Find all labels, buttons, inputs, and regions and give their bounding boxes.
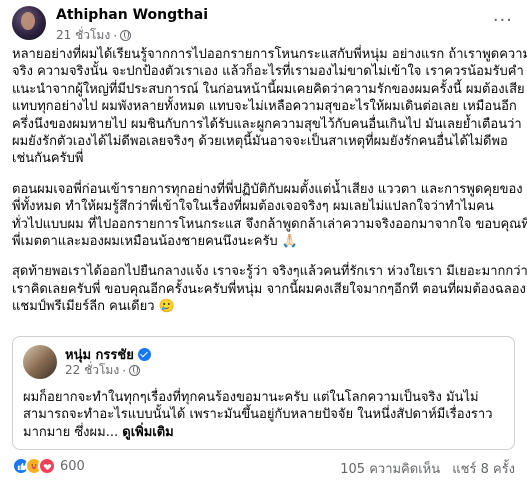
globe-icon xyxy=(120,30,132,41)
post-paragraph-2: ตอนผมเจอพี่ก่อนเข้ารายการทุกอย่างที่พี่ป… xyxy=(12,181,527,251)
shared-post-body: ผมก็อยากจะทำในทุกๆเรื่องที่ทุกคนร้องขอมา… xyxy=(23,389,508,441)
post-line: แทบทุกอย่างไป ผมพังหลายทั้งหมด แทบจะไม่เ… xyxy=(12,99,517,115)
shared-line: ผมก็อยากจะทำในทุกๆเรื่องที่ทุกคนร้องขอมา… xyxy=(23,390,479,405)
post-line: ผมยังรักตัวเองได้ไม่ดีพอเลยจริงๆ ด้วยเหต… xyxy=(12,134,508,150)
post-line: แชมป์พรีเมียร์ลีก คนเดียว 🥲 xyxy=(12,299,175,315)
love-icon xyxy=(38,457,56,475)
post-paragraph-3: สุดท้ายพอเราได้ออกไปยืนกลางแจ้ง เราจะรู้… xyxy=(12,263,527,315)
post-paragraph-1: หลายอย่างที่ผมได้เรียนรู้จากการไปออกรายก… xyxy=(12,46,527,168)
reaction-count[interactable]: 600 xyxy=(60,459,85,474)
see-more-link[interactable]: ดูเพิ่มเติม xyxy=(122,425,173,440)
post-meta: 21 ชั่วโมง · xyxy=(56,26,132,45)
author-name[interactable]: Athiphan Wongthai xyxy=(56,7,208,23)
post-line: สุดท้ายพอเราได้ออกไปยืนกลางแจ้ง เราจะรู้… xyxy=(12,264,527,280)
meta-separator: · xyxy=(113,28,118,43)
post-time[interactable]: 21 ชั่วโมง xyxy=(56,26,110,45)
post-stats: 105 ความคิดเห็น แชร์ 8 ครั้ง xyxy=(332,458,515,479)
shared-author-avatar[interactable] xyxy=(23,345,57,379)
shared-post-meta: 22 ชั่วโมง · xyxy=(65,361,141,380)
post-line: แนะนำจากผู้ใหญ่ที่มีประสบการณ์ ในก่อนหน้… xyxy=(12,81,525,97)
reactions-summary[interactable]: 600 xyxy=(12,457,85,475)
post-line: เช่นกันครับพี่ xyxy=(12,151,84,167)
post-line: ครึ่งนึงของผมหายไป ผมชินกับการได้รับและผ… xyxy=(12,116,522,132)
post-line: ตอนผมเจอพี่ก่อนเข้ารายการทุกอย่างที่พี่ป… xyxy=(12,181,523,197)
post-body: หลายอย่างที่ผมได้เรียนรู้จากการไปออกรายก… xyxy=(12,46,527,329)
shares-count[interactable]: แชร์ 8 ครั้ง xyxy=(452,462,515,477)
shared-line: สามารถจะทำอะไรแบบนั้นได้ เพราะมันขึ้นอยู… xyxy=(23,407,493,423)
post-line: ทั่วไปแบบผม ที่ไปออกรายการโหนกระแส จึงกล… xyxy=(12,216,527,232)
globe-icon xyxy=(129,365,141,376)
more-options-icon[interactable]: ··· xyxy=(493,10,513,31)
post-line: พี่เมตตาและมองผมเหมือนน้องชายคนนึงนะครับ… xyxy=(12,234,298,250)
shared-post-card[interactable]: หนุ่ม กรรชัย 22 ชั่วโมง · ผมก็อยากจะทำใน… xyxy=(12,336,515,450)
post-footer: 600 105 ความคิดเห็น แชร์ 8 ครั้ง xyxy=(12,456,515,479)
verified-badge-icon xyxy=(137,348,151,361)
author-avatar[interactable] xyxy=(12,6,46,40)
post-line: จริง ความจริงนั้น จะปกป้องตัวเราเอง แล้ว… xyxy=(12,64,524,80)
shared-line-text: มากมาย ซึ่งผม... xyxy=(23,424,119,440)
post-line: เราคิดเลยครับพี่ ขอบคุณอีกครั้งนะครับพี่… xyxy=(12,281,526,297)
shared-line-last: มากมาย ซึ่งผม... ดูเพิ่มเติม xyxy=(23,424,508,441)
post-line: พี่ทั้งหมด ทำให้ผมรู้สึกว่าพี่เข้าใจในเร… xyxy=(12,199,494,215)
post-line: หลายอย่างที่ผมได้เรียนรู้จากการไปออกรายก… xyxy=(12,47,527,62)
post-header: Athiphan Wongthai 21 ชั่วโมง · ··· xyxy=(12,6,515,45)
comments-count[interactable]: 105 ความคิดเห็น xyxy=(340,462,440,477)
meta-separator: · xyxy=(122,363,127,378)
shared-post-time[interactable]: 22 ชั่วโมง xyxy=(65,361,119,380)
